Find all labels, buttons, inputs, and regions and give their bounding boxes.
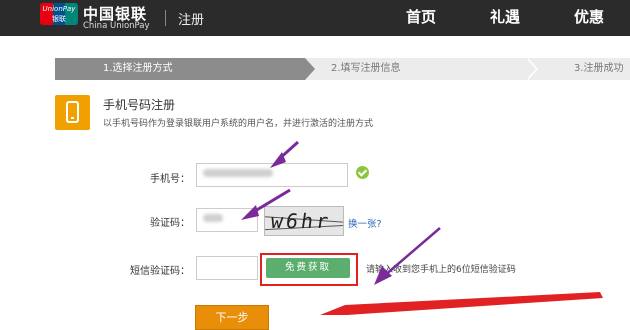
logo-badge-text: UnionPay bbox=[42, 5, 76, 13]
annotation-arrow-phone bbox=[276, 140, 300, 162]
captcha-input[interactable] bbox=[196, 208, 258, 232]
step-1: 1.选择注册方式 bbox=[55, 58, 305, 80]
sms-code-input[interactable] bbox=[196, 256, 258, 280]
header-divider bbox=[165, 10, 166, 26]
captcha-refresh-link[interactable]: 换一张? bbox=[348, 216, 382, 230]
step-3: 3.注册成功 bbox=[528, 58, 630, 80]
logo-badge-text-cn: 银联 bbox=[52, 15, 66, 23]
top-header: UnionPay 银联 中国银联 China UnionPay 注册 首页 礼遇… bbox=[0, 0, 630, 36]
phone-input[interactable] bbox=[196, 163, 348, 187]
unionpay-logo-badge[interactable]: UnionPay 银联 bbox=[40, 3, 78, 25]
sms-button-highlight-box bbox=[260, 253, 358, 286]
sms-hint-text: 请输入收到您手机上的6位短信验证码 bbox=[366, 265, 516, 275]
captcha-label: 验证码： bbox=[150, 218, 190, 229]
annotation-arrow-next bbox=[320, 292, 603, 315]
registration-steps: 3.注册成功 2.填写注册信息 1.选择注册方式 bbox=[55, 58, 630, 80]
method-title: 手机号码注册 bbox=[103, 98, 176, 112]
check-icon bbox=[356, 166, 369, 179]
step-arrow-1 bbox=[305, 58, 315, 80]
captcha-image-text: w6hr bbox=[269, 209, 333, 233]
next-step-button[interactable]: 下一步 bbox=[195, 305, 269, 330]
phone-value-blurred bbox=[203, 169, 273, 177]
phone-label: 手机号： bbox=[150, 174, 190, 185]
logo-english-name: China UnionPay bbox=[83, 21, 150, 31]
nav-rewards[interactable]: 礼遇 bbox=[490, 6, 520, 27]
nav-home[interactable]: 首页 bbox=[406, 6, 436, 27]
sms-code-label: 短信验证码： bbox=[130, 266, 190, 277]
nav-offers[interactable]: 优惠 bbox=[574, 6, 604, 27]
method-description: 以手机号码作为登录银联用户系统的用户名，并进行激活的注册方式 bbox=[103, 119, 374, 129]
captcha-value-blurred bbox=[203, 214, 223, 222]
step-2: 2.填写注册信息 bbox=[299, 58, 534, 80]
mobile-phone-icon bbox=[55, 95, 90, 130]
captcha-image[interactable]: w6hr bbox=[264, 206, 344, 236]
page-title: 注册 bbox=[178, 13, 205, 28]
